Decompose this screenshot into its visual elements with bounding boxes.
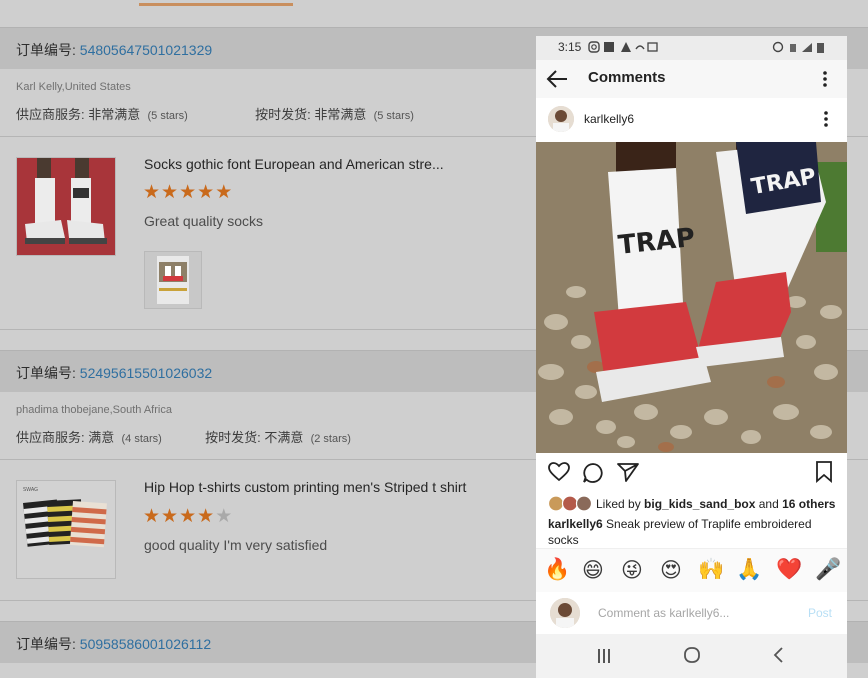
order-number-link[interactable]: 54805647501021329: [80, 42, 212, 58]
microphone-emoji-button[interactable]: 🎤: [815, 558, 841, 582]
comments-header: Comments: [536, 60, 847, 99]
order-number-label: 订单编号: 52495615501026032: [16, 365, 213, 381]
order-number-label: 订单编号: 50958586001026112: [16, 636, 212, 652]
liked-others-link[interactable]: 16 others: [782, 497, 835, 511]
phone-screenshot: 3:15 Comments karlkelly6 TRAP TRAP Liked…: [536, 36, 847, 678]
supplier-service-label: 供应商服务:: [16, 430, 89, 445]
on-time-value: 非常满意: [314, 107, 367, 122]
star-icon: ★: [161, 506, 180, 527]
back-arrow-icon[interactable]: [546, 69, 568, 89]
product-thumbnail[interactable]: [16, 157, 116, 256]
star-empty-icon: ★: [215, 506, 234, 527]
status-system-icons: [772, 41, 824, 53]
star-icon: ★: [179, 182, 198, 203]
product-title[interactable]: Hip Hop t-shirts custom printing men's S…: [144, 479, 466, 495]
supplier-service-value: 满意: [88, 430, 115, 445]
on-time-label: 按时发货:: [255, 107, 315, 122]
status-time: 3:15: [558, 40, 582, 54]
heart-eyes-emoji-button[interactable]: 😍: [660, 558, 682, 583]
supplier-stars-text: (5 stars): [147, 110, 188, 122]
avatar: [550, 598, 580, 628]
avatar[interactable]: [548, 106, 574, 132]
heart-icon[interactable]: [548, 462, 570, 482]
review-text: good quality I'm very satisfied: [144, 537, 328, 553]
liked-by-avatars: [547, 495, 594, 512]
status-notification-icons: [588, 41, 658, 53]
star-rating: ★★★★★: [143, 181, 233, 204]
star-rating: ★★★★★: [143, 505, 233, 528]
review-text: Great quality socks: [144, 213, 264, 229]
status-bar: 3:15: [536, 36, 847, 60]
recent-apps-icon[interactable]: [596, 648, 612, 664]
seller-ratings: 供应商服务: 满意 (4 stars) 按时发货: 不满意 (2 stars): [16, 427, 351, 446]
post-username[interactable]: karlkelly6: [584, 112, 634, 126]
top-tab-strip: [0, 0, 868, 28]
product-title[interactable]: Socks gothic font European and American …: [144, 156, 444, 172]
caption-username[interactable]: karlkelly6: [548, 517, 603, 531]
page-title: Comments: [588, 69, 666, 86]
post-photo[interactable]: TRAP TRAP: [536, 142, 847, 453]
post-author-row: karlkelly6: [536, 98, 847, 142]
folded-hands-emoji-button[interactable]: 🙏: [736, 558, 762, 582]
active-tab-underline: [139, 3, 293, 6]
star-icon: ★: [215, 182, 234, 203]
svg-text:SWAG: SWAG: [23, 487, 38, 493]
star-icon: ★: [179, 506, 198, 527]
comment-input[interactable]: Comment as karlkelly6...: [598, 606, 729, 620]
star-icon: ★: [161, 182, 180, 203]
liked-user-link[interactable]: big_kids_sand_box: [644, 497, 755, 511]
on-time-label: 按时发货:: [205, 430, 265, 445]
fire-emoji-button[interactable]: 🔥: [544, 558, 570, 582]
supplier-service-label: 供应商服务:: [16, 107, 89, 122]
post-caption: karlkelly6 Sneak preview of Traplife emb…: [548, 516, 838, 548]
more-options-icon[interactable]: [822, 70, 828, 88]
grinning-emoji-button[interactable]: 😄: [582, 558, 604, 583]
liked-prefix: Liked by: [596, 497, 645, 511]
star-icon: ★: [143, 182, 162, 203]
post-comment-button[interactable]: Post: [808, 606, 832, 620]
seller-ratings: 供应商服务: 非常满意 (5 stars) 按时发货: 非常满意 (5 star…: [16, 104, 414, 123]
post-options-icon[interactable]: [823, 110, 829, 128]
on-time-value: 不满意: [264, 430, 304, 445]
comment-icon[interactable]: [582, 462, 604, 484]
star-icon: ★: [143, 506, 162, 527]
share-icon[interactable]: [617, 462, 639, 482]
home-icon[interactable]: [683, 646, 701, 664]
comment-input-row: Comment as karlkelly6... Post: [536, 592, 847, 634]
bookmark-icon[interactable]: [815, 461, 833, 483]
liked-mid: and: [755, 497, 783, 511]
emoji-quick-bar: 🔥 😄 😜 😍 🙌 🙏 ❤️ 🎤: [536, 548, 847, 594]
star-icon: ★: [197, 182, 216, 203]
on-time-stars-text: (5 stars): [373, 110, 414, 122]
on-time-stars-text: (2 stars): [310, 433, 351, 445]
product-thumbnail[interactable]: SWAG: [16, 480, 116, 579]
red-heart-emoji-button[interactable]: ❤️: [776, 558, 802, 582]
buyer-name: phadima thobejane,South Africa: [16, 404, 172, 416]
order-number-label: 订单编号: 54805647501021329: [16, 42, 213, 58]
star-icon: ★: [197, 506, 216, 527]
winking-tongue-emoji-button[interactable]: 😜: [621, 558, 643, 583]
post-actions-row: [536, 454, 847, 492]
liked-by-text: Liked by big_kids_sand_box and 16 others: [596, 497, 835, 511]
buyer-name: Karl Kelly,United States: [16, 81, 131, 93]
supplier-stars-text: (4 stars): [121, 433, 162, 445]
order-number-link[interactable]: 52495615501026032: [80, 365, 212, 381]
supplier-service-value: 非常满意: [88, 107, 141, 122]
review-photo-thumbnail[interactable]: [144, 251, 202, 309]
back-nav-icon[interactable]: [772, 647, 784, 663]
raised-hands-emoji-button[interactable]: 🙌: [698, 558, 724, 582]
android-nav-bar: [536, 634, 847, 678]
order-number-link[interactable]: 50958586001026112: [80, 636, 211, 652]
